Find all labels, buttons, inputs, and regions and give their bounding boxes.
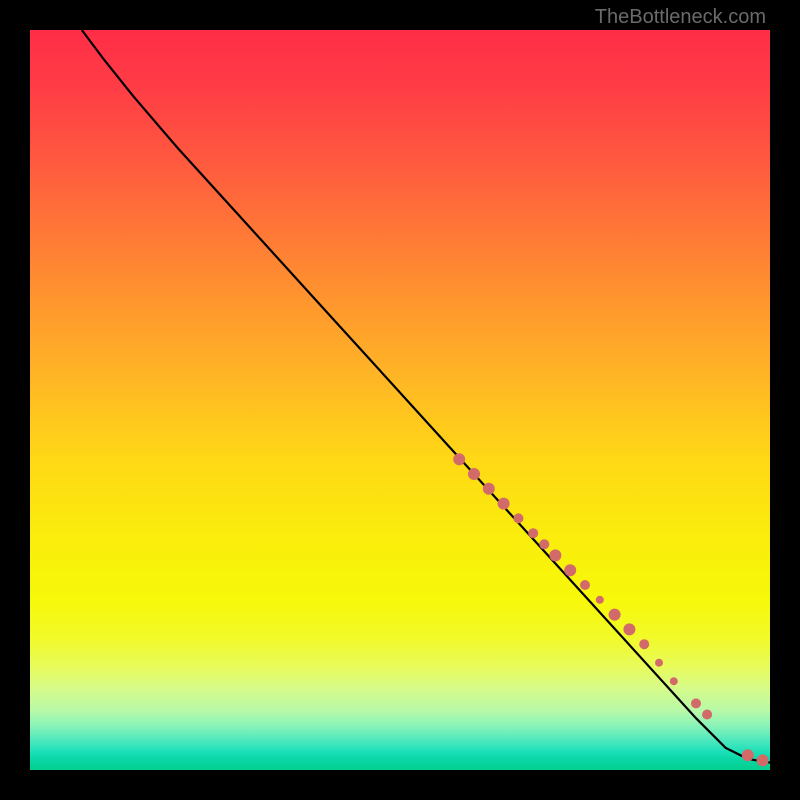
data-marker <box>564 564 576 576</box>
data-marker <box>498 498 510 510</box>
chart-svg <box>30 30 770 770</box>
data-marker <box>528 528 538 538</box>
data-marker <box>655 659 663 667</box>
data-marker <box>549 549 561 561</box>
data-marker <box>609 609 621 621</box>
data-marker <box>639 639 649 649</box>
chart-container: TheBottleneck.com <box>0 0 800 800</box>
data-marker <box>670 677 678 685</box>
data-marker <box>623 623 635 635</box>
data-marker <box>539 539 549 549</box>
data-marker <box>742 749 754 761</box>
data-marker <box>580 580 590 590</box>
data-marker <box>483 483 495 495</box>
data-marker <box>453 453 465 465</box>
data-marker <box>513 513 523 523</box>
data-marker <box>468 468 480 480</box>
data-marker <box>596 596 604 604</box>
data-marker <box>691 698 701 708</box>
watermark: TheBottleneck.com <box>595 6 766 29</box>
markers-group <box>453 453 768 766</box>
data-marker <box>702 710 712 720</box>
curve-line <box>82 30 770 763</box>
data-marker <box>757 754 769 766</box>
plot-area <box>30 30 770 770</box>
